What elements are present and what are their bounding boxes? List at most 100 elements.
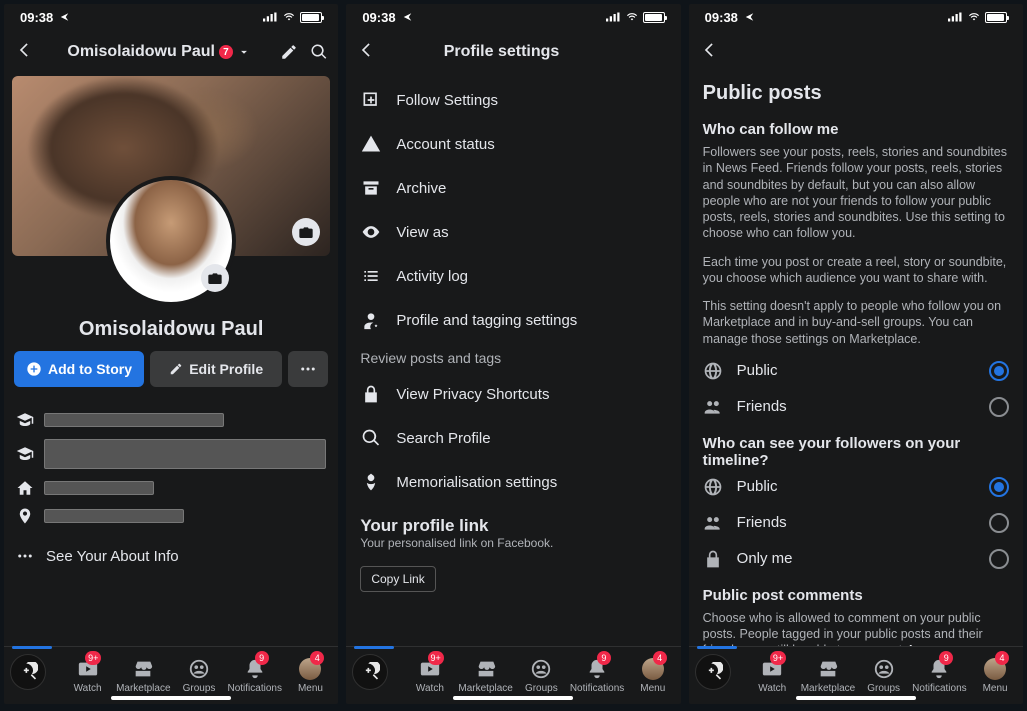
person-gear-icon	[361, 310, 381, 330]
radio-unselected	[989, 397, 1009, 417]
lock-icon	[361, 384, 381, 404]
search-icon[interactable]	[310, 42, 328, 62]
follow-settings-row[interactable]: Follow Settings	[346, 78, 680, 122]
radio-unselected	[989, 549, 1009, 569]
location-row	[16, 507, 326, 525]
activity-log-row[interactable]: Activity log	[346, 254, 680, 298]
edit-icon[interactable]	[280, 42, 298, 62]
home-row	[16, 479, 326, 497]
nav-watch[interactable]: Watch9+	[402, 647, 458, 704]
battery-icon	[300, 12, 322, 23]
back-button[interactable]	[356, 40, 380, 65]
search-profile-row[interactable]: Search Profile	[346, 416, 680, 460]
archive-icon	[361, 178, 381, 198]
groups-icon	[188, 658, 210, 680]
pin-icon	[16, 507, 34, 525]
topbar: Omisolaidowu Paul 7	[4, 30, 338, 74]
bottom-nav: . Watch 9+ Marketplace Groups Notificati…	[4, 646, 338, 704]
notification-badge: 7	[219, 45, 233, 59]
view-as-row[interactable]: View as	[346, 210, 680, 254]
status-bar: 09:38	[4, 4, 338, 30]
globe-icon	[703, 477, 723, 497]
location-arrow-icon	[57, 12, 72, 22]
memorialisation-row[interactable]: Memorialisation settings	[346, 460, 680, 504]
dots-icon	[299, 360, 317, 378]
radio-selected	[989, 477, 1009, 497]
home-indicator	[111, 696, 231, 700]
friends-icon	[703, 397, 723, 417]
nav-watch[interactable]: Watch9+	[744, 647, 800, 704]
eye-icon	[361, 222, 381, 242]
home-indicator	[453, 696, 573, 700]
section-followers-timeline: Who can see your followers on your timel…	[703, 425, 1009, 469]
learn-more-link[interactable]: Learn more	[909, 643, 977, 646]
option-public-2[interactable]: Public	[703, 469, 1009, 505]
nav-menu[interactable]: Menu4	[967, 647, 1023, 704]
nav-menu[interactable]: Menu 4	[283, 647, 339, 704]
education-row	[16, 439, 326, 469]
option-friends-2[interactable]: Friends	[703, 505, 1009, 541]
add-to-story-button[interactable]: Add to Story	[14, 351, 144, 387]
globe-icon	[703, 361, 723, 381]
option-public[interactable]: Public	[703, 353, 1009, 389]
home-indicator	[796, 696, 916, 700]
lock-icon	[703, 549, 723, 569]
cellular-icon	[606, 12, 621, 22]
paragraph: Followers see your posts, reels, stories…	[703, 138, 1009, 248]
profile-name: Omisolaidowu Paul	[4, 318, 338, 341]
status-time: 09:38	[20, 10, 53, 25]
nav-notifications[interactable]: Notifications 9	[227, 647, 283, 704]
search-icon	[361, 428, 381, 448]
profile-tagging-row[interactable]: Profile and tagging settings	[346, 298, 680, 342]
page-title: Profile settings	[444, 43, 560, 61]
section-comments: Public post comments	[703, 577, 1009, 604]
wifi-icon	[625, 12, 639, 22]
wifi-icon	[967, 12, 981, 22]
archive-row[interactable]: Archive	[346, 166, 680, 210]
back-button[interactable]	[14, 40, 38, 65]
avatar-camera-button[interactable]	[201, 264, 229, 292]
dots-icon	[16, 547, 34, 565]
pencil-icon	[169, 362, 183, 376]
bottom-nav: . Watch9+ Marketplace Groups Notificatio…	[346, 646, 680, 704]
radio-unselected	[989, 513, 1009, 533]
nav-notifications[interactable]: Notifications9	[912, 647, 968, 704]
nav-notifications[interactable]: Notifications9	[569, 647, 625, 704]
nav-watch[interactable]: Watch 9+	[60, 647, 116, 704]
wifi-icon	[282, 12, 296, 22]
account-status-row[interactable]: Account status	[346, 122, 680, 166]
warning-icon	[361, 134, 381, 154]
see-about-link[interactable]: See Your About Info	[4, 539, 338, 569]
paragraph: Choose who is allowed to comment on your…	[703, 604, 1009, 646]
paragraph: This setting doesn't apply to people who…	[703, 292, 1009, 353]
profile-link-sub: Your personalised link on Facebook.	[360, 536, 666, 550]
nav-menu[interactable]: Menu4	[625, 647, 681, 704]
rose-icon	[361, 472, 381, 492]
cellular-icon	[263, 12, 278, 22]
home-icon	[16, 479, 34, 497]
friends-icon	[703, 513, 723, 533]
back-button[interactable]	[699, 40, 723, 65]
status-bar: 09:38	[346, 4, 680, 30]
option-friends[interactable]: Friends	[703, 389, 1009, 425]
battery-icon	[985, 12, 1007, 23]
location-arrow-icon	[400, 12, 415, 22]
section-who-follow: Who can follow me	[703, 115, 1009, 138]
profile-link-title: Your profile link	[360, 516, 666, 536]
paragraph: Each time you post or create a reel, sto…	[703, 248, 1009, 293]
location-arrow-icon	[742, 12, 757, 22]
zoom-icon	[18, 662, 38, 682]
option-only-me[interactable]: Only me	[703, 541, 1009, 577]
zoom-overlay[interactable]	[10, 654, 46, 690]
more-button[interactable]	[288, 351, 328, 387]
bottom-nav: . Watch9+ Marketplace Groups Notificatio…	[689, 646, 1023, 704]
cellular-icon	[948, 12, 963, 22]
zoom-overlay[interactable]	[695, 654, 731, 690]
edit-profile-button[interactable]: Edit Profile	[150, 351, 282, 387]
plus-circle-icon	[26, 361, 42, 377]
graduation-icon	[16, 411, 34, 429]
privacy-shortcuts-row[interactable]: View Privacy Shortcuts	[346, 372, 680, 416]
copy-link-button[interactable]: Copy Link	[360, 566, 435, 592]
list-icon	[361, 266, 381, 286]
page-title-dropdown[interactable]: Omisolaidowu Paul 7	[38, 43, 280, 61]
